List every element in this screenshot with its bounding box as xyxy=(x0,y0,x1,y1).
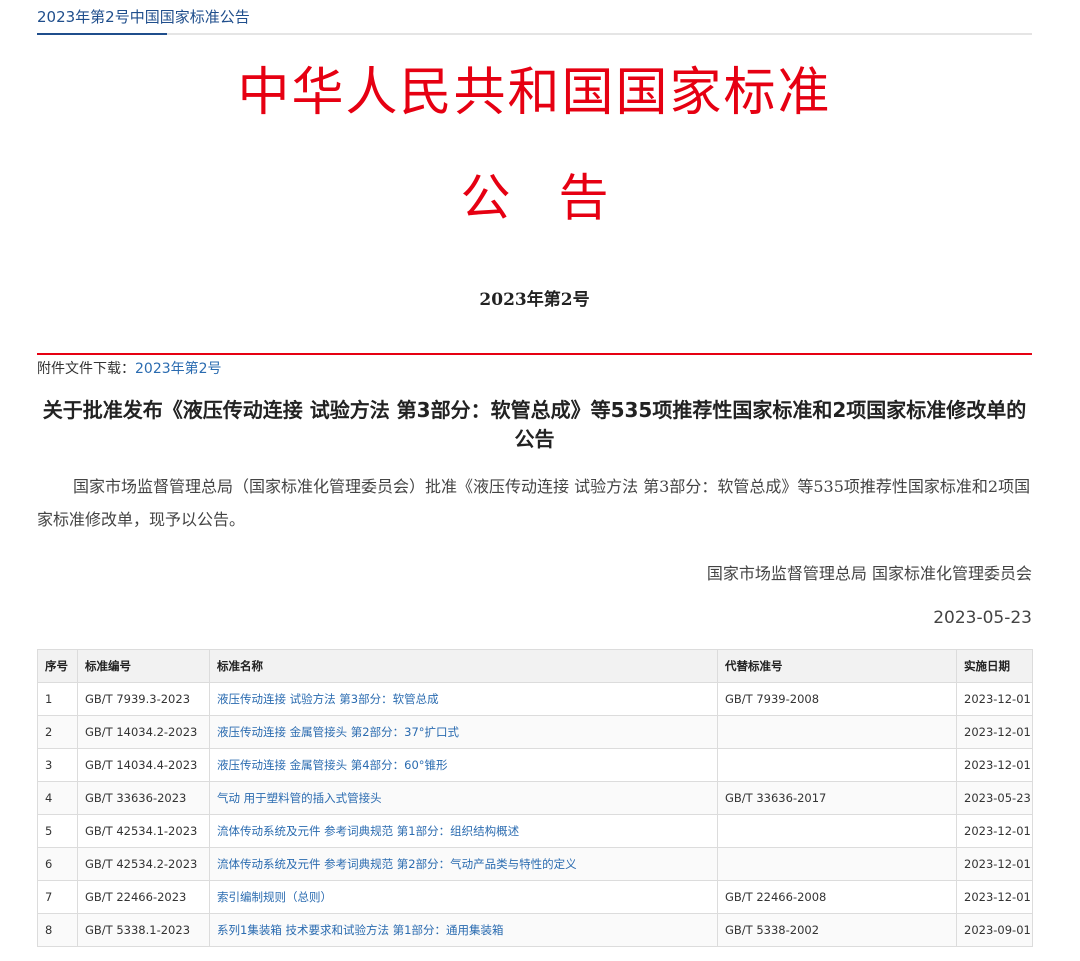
cell-replaced-standard: GB/T 7939-2008 xyxy=(717,682,957,716)
cell-index: 5 xyxy=(37,814,78,848)
table-row: 1 GB/T 7939.3-2023 液压传动连接 试验方法 第3部分：软管总成… xyxy=(37,682,1033,716)
attachment-row: 附件文件下载：2023年第2号 xyxy=(37,358,222,378)
cell-index: 6 xyxy=(37,847,78,881)
header-standard-name: 标准名称 xyxy=(209,649,718,683)
document-type-heading: 公告 xyxy=(460,169,657,227)
table-row: 3 GB/T 14034.4-2023 液压传动连接 金属管接头 第4部分：60… xyxy=(37,748,1033,782)
cell-effective-date: 2023-12-01 xyxy=(956,880,1033,914)
top-divider xyxy=(37,33,1032,35)
cell-effective-date: 2023-12-01 xyxy=(956,814,1033,848)
cell-replaced-standard xyxy=(717,748,957,782)
cell-standard-name-link[interactable]: 液压传动连接 金属管接头 第4部分：60°锥形 xyxy=(209,748,718,782)
cell-effective-date: 2023-12-01 xyxy=(956,715,1033,749)
cell-effective-date: 2023-12-01 xyxy=(956,748,1033,782)
cell-standard-number: GB/T 7939.3-2023 xyxy=(77,682,210,716)
cell-replaced-standard: GB/T 33636-2017 xyxy=(717,781,957,815)
table-row: 4 GB/T 33636-2023 气动 用于塑料管的插入式管接头 GB/T 3… xyxy=(37,781,1033,815)
cell-standard-name-link[interactable]: 索引编制规则（总则） xyxy=(209,880,718,914)
table-row: 8 GB/T 5338.1-2023 系列1集装箱 技术要求和试验方法 第1部分… xyxy=(37,913,1033,947)
cell-replaced-standard: GB/T 5338-2002 xyxy=(717,913,957,947)
cell-index: 1 xyxy=(37,682,78,716)
cell-index: 4 xyxy=(37,781,78,815)
cell-standard-name-link[interactable]: 液压传动连接 试验方法 第3部分：软管总成 xyxy=(209,682,718,716)
cell-standard-number: GB/T 42534.2-2023 xyxy=(77,847,210,881)
cell-effective-date: 2023-12-01 xyxy=(956,847,1033,881)
table-row: 6 GB/T 42534.2-2023 流体传动系统及元件 参考词典规范 第2部… xyxy=(37,847,1033,881)
cell-index: 3 xyxy=(37,748,78,782)
table-row: 2 GB/T 14034.2-2023 液压传动连接 金属管接头 第2部分：37… xyxy=(37,715,1033,749)
header-standard-number: 标准编号 xyxy=(77,649,210,683)
issuing-authority: 国家市场监督管理总局 国家标准化管理委员会 xyxy=(706,564,1032,583)
cell-replaced-standard xyxy=(717,814,957,848)
standards-table: 序号 标准编号 标准名称 代替标准号 实施日期 1 GB/T 7939.3-20… xyxy=(37,649,1033,947)
table-row: 7 GB/T 22466-2023 索引编制规则（总则） GB/T 22466-… xyxy=(37,880,1033,914)
cell-index: 7 xyxy=(37,880,78,914)
cell-effective-date: 2023-12-01 xyxy=(956,682,1033,716)
cell-standard-number: GB/T 14034.4-2023 xyxy=(77,748,210,782)
announcement-body: 国家市场监督管理总局（国家标准化管理委员会）批准《液压传动连接 试验方法 第3部… xyxy=(37,477,1031,529)
cell-standard-number: GB/T 33636-2023 xyxy=(77,781,210,815)
attachment-download-link[interactable]: 2023年第2号 xyxy=(135,361,222,377)
cell-standard-name-link[interactable]: 系列1集装箱 技术要求和试验方法 第1部分：通用集装箱 xyxy=(209,913,718,947)
breadcrumb[interactable]: 2023年第2号中国国家标准公告 xyxy=(37,6,250,27)
table-row: 5 GB/T 42534.1-2023 流体传动系统及元件 参考词典规范 第1部… xyxy=(37,814,1033,848)
cell-standard-number: GB/T 22466-2023 xyxy=(77,880,210,914)
cell-standard-name-link[interactable]: 流体传动系统及元件 参考词典规范 第2部分：气动产品类与特性的定义 xyxy=(209,847,718,881)
publish-date: 2023-05-23 xyxy=(933,608,1032,628)
cell-index: 8 xyxy=(37,913,78,947)
table-header-row: 序号 标准编号 标准名称 代替标准号 实施日期 xyxy=(37,649,1033,683)
red-divider xyxy=(37,353,1032,355)
cell-standard-number: GB/T 42534.1-2023 xyxy=(77,814,210,848)
cell-standard-number: GB/T 5338.1-2023 xyxy=(77,913,210,947)
cell-replaced-standard xyxy=(717,847,957,881)
cell-replaced-standard xyxy=(717,715,957,749)
cell-index: 2 xyxy=(37,715,78,749)
header-replaced-standard: 代替标准号 xyxy=(717,649,957,683)
announcement-title: 关于批准发布《液压传动连接 试验方法 第3部分：软管总成》等535项推荐性国家标… xyxy=(42,398,1027,451)
cell-standard-name-link[interactable]: 液压传动连接 金属管接头 第2部分：37°扩口式 xyxy=(209,715,718,749)
cell-standard-name-link[interactable]: 气动 用于塑料管的插入式管接头 xyxy=(209,781,718,815)
cell-standard-name-link[interactable]: 流体传动系统及元件 参考词典规范 第1部分：组织结构概述 xyxy=(209,814,718,848)
cell-replaced-standard: GB/T 22466-2008 xyxy=(717,880,957,914)
cell-standard-number: GB/T 14034.2-2023 xyxy=(77,715,210,749)
header-effective-date: 实施日期 xyxy=(956,649,1033,683)
cell-effective-date: 2023-05-23 xyxy=(956,781,1033,815)
attachment-label: 附件文件下载： xyxy=(37,361,135,377)
masthead-title: 中华人民共和国国家标准 xyxy=(237,63,832,123)
header-index: 序号 xyxy=(37,649,78,683)
issue-number: 2023年第2号 xyxy=(479,290,590,310)
cell-effective-date: 2023-09-01 xyxy=(956,913,1033,947)
